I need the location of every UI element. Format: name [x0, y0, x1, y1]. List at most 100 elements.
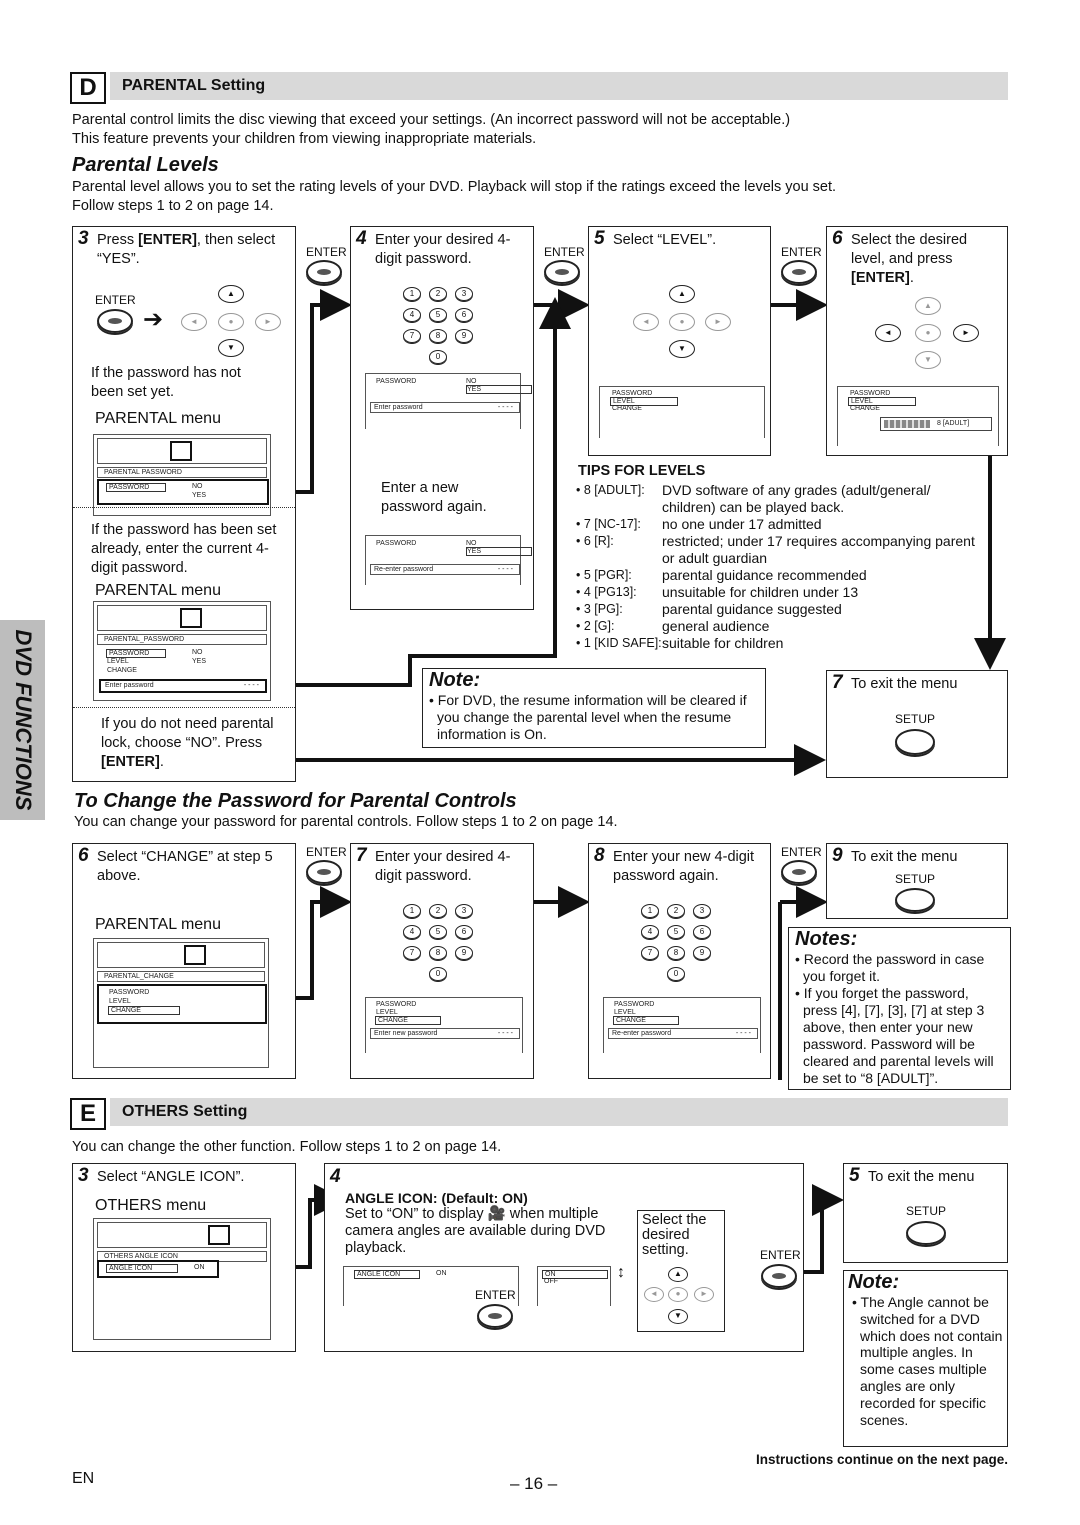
note-text: • Record the password in case you forget… [795, 951, 985, 984]
enter-button-icon [306, 860, 342, 884]
password-screen: PASSWORD LEVEL CHANGE Re-enter password -… [603, 997, 761, 1053]
note-title: Note: [848, 1271, 900, 1293]
level-slider: 8 [ADULT] [880, 417, 992, 431]
others-step-4-panel: 4 ANGLE ICON: (Default: ON) Set to “ON” … [324, 1163, 804, 1352]
tip-level: • 5 [PGR]: [576, 568, 632, 582]
others-step-3-instruction: 3 Select “ANGLE ICON”. [78, 1165, 245, 1186]
parental-menu-screen: PARENTAL_CHANGE PASSWORD LEVEL CHANGE [93, 938, 269, 1068]
key-6-icon: 6 [693, 925, 711, 939]
tip-level: • 4 [PG13]: [576, 585, 637, 599]
tip-description: parental guidance suggested [662, 601, 842, 617]
key-0-icon: 0 [429, 350, 447, 364]
enter-label: ENTER [781, 245, 822, 259]
up-button-icon: ▲ [218, 285, 244, 303]
intro-line: Parental level allows you to set the rat… [72, 179, 837, 195]
enter-small-icon: ● [668, 1287, 688, 1302]
continue-note: Instructions continue on the next page. [755, 1452, 1008, 1467]
tip-row: • 5 [PGR]: parental guidance recommended [576, 567, 976, 584]
enter-button-icon [781, 260, 817, 284]
step-3-panel: 3 Press [ENTER], then select “YES”. ENTER… [72, 226, 296, 782]
menu-label: PARENTAL menu [95, 410, 221, 427]
note-text: • If you forget the password, press [4],… [795, 985, 994, 1086]
key-9-icon: 9 [455, 329, 473, 343]
change-step-7-panel: 7 Enter your desired 4-digit password. 12… [350, 843, 534, 1079]
note-text: If the password has not been set yet. [91, 365, 241, 400]
down-button-icon: ▼ [915, 351, 941, 369]
tip-description: restricted; under 17 requires accompanyi… [662, 533, 975, 566]
key-5-icon: 5 [429, 308, 447, 322]
tip-row: • 6 [R]: restricted; under 17 requires ac… [576, 533, 976, 567]
note-text: Enter a new password again. [381, 480, 487, 515]
key-6-icon: 6 [455, 308, 473, 322]
enter-button-icon [477, 1304, 513, 1328]
note-box: Note: • The Angle cannot be switched for… [843, 1270, 1008, 1447]
right-button-icon: ► [694, 1287, 714, 1302]
step-4-instruction: 4 Enter your desired 4-digit password. [356, 228, 511, 267]
step-4-panel: 4 Enter your desired 4-digit password. 12… [350, 226, 534, 610]
change-step-6-panel: 6 Select “CHANGE” at step 5 above. PARENT… [72, 843, 296, 1079]
note-text: • For DVD, the resume information will b… [429, 692, 747, 742]
tip-description: parental guidance recommended [662, 567, 867, 583]
intro-line: Follow steps 1 to 2 on page 14. [72, 198, 274, 214]
enter-label: ENTER [781, 845, 822, 859]
step-6-panel: 6 Select the desired level, and press [EN… [826, 226, 1008, 456]
right-button-icon: ► [255, 313, 281, 331]
others-step-5-panel: 5 To exit the menu SETUP [843, 1163, 1008, 1263]
parental-levels-heading: Parental Levels [72, 154, 219, 176]
parental-menu-screen: PARENTAL_PASSWORD PASSWORD NO LEVEL YES … [93, 601, 271, 701]
key-4-icon: 4 [403, 308, 421, 322]
intro-line: You can change the other function. Follo… [72, 1139, 502, 1155]
step-number: 4 [330, 1166, 341, 1187]
section-letter: D [70, 72, 106, 104]
up-button-icon: ▲ [915, 297, 941, 315]
tip-row: • 3 [PG]: parental guidance suggested [576, 601, 976, 618]
tips-heading: TIPS FOR LEVELS [578, 463, 706, 479]
tip-level: • 6 [R]: [576, 534, 614, 548]
setup-button-icon [895, 729, 935, 755]
key-2-icon: 2 [429, 287, 447, 301]
tip-row: • 1 [KID SAFE]: suitable for children [576, 635, 976, 652]
up-down-arrow-icon: ↕ [617, 1264, 625, 1281]
enter-button-icon [781, 860, 817, 884]
key-1-icon: 1 [403, 287, 421, 301]
key-7-icon: 7 [403, 329, 421, 343]
tip-description: unsuitable for children under 13 [662, 584, 859, 600]
key-8-icon: 8 [667, 946, 685, 960]
number-keypad-icon: 123 456 7890 [399, 900, 479, 984]
left-button-icon: ◄ [875, 324, 901, 342]
enter-label: ENTER [306, 245, 347, 259]
key-5-icon: 5 [429, 925, 447, 939]
angle-icon-heading: ANGLE ICON: (Default: ON) [345, 1190, 528, 1206]
intro-line: This feature prevents your children from… [72, 131, 537, 147]
key-9-icon: 9 [455, 946, 473, 960]
tip-description: suitable for children [662, 635, 784, 651]
tip-level: • 7 [NC-17]: [576, 517, 641, 531]
section-title: PARENTAL Setting [110, 72, 1008, 100]
others-menu-screen: OTHERS ANGLE ICON ANGLE ICON ON [93, 1218, 271, 1340]
key-6-icon: 6 [455, 925, 473, 939]
key-7-icon: 7 [403, 946, 421, 960]
arrow-right-icon: ➔ [143, 306, 164, 333]
key-2-icon: 2 [667, 904, 685, 918]
section-letter: E [70, 1098, 106, 1130]
key-0-icon: 0 [429, 967, 447, 981]
note-title: Note: [429, 669, 481, 691]
enter-button-icon [97, 309, 133, 333]
enter-label: ENTER [95, 293, 136, 307]
key-9-icon: 9 [693, 946, 711, 960]
intro-line: Parental control limits the disc viewing… [72, 112, 791, 128]
note-box: Note: • For DVD, the resume information … [422, 668, 766, 748]
key-4-icon: 4 [641, 925, 659, 939]
change-step-8-panel: 8 Enter your new 4-digit password again. … [588, 843, 771, 1079]
note-text: If the password has been set already, en… [91, 522, 277, 576]
callout-text: Select the desired setting. [642, 1212, 707, 1258]
left-button-icon: ◄ [644, 1287, 664, 1302]
tip-description: DVD software of any grades (adult/genera… [662, 482, 931, 515]
change-step-9-instruction: 9 To exit the menu [832, 845, 958, 866]
key-1-icon: 1 [641, 904, 659, 918]
change-step-9-panel: 9 To exit the menu SETUP [826, 843, 1008, 919]
change-step-6-instruction: 6 Select “CHANGE” at step 5 above. [78, 845, 273, 884]
setup-label: SETUP [906, 1204, 947, 1218]
menu-label: PARENTAL menu [95, 582, 221, 599]
enter-button-icon [544, 260, 580, 284]
